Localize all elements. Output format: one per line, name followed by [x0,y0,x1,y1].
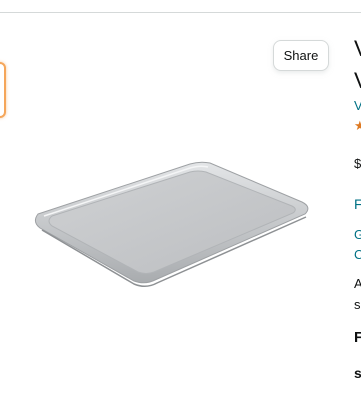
detail-link-1[interactable]: F [354,196,361,212]
detail-heading: F [354,329,361,346]
detail-text-2: s [354,297,361,312]
price-text: $ [354,156,361,171]
product-title-line-2: V [354,68,361,94]
share-button[interactable]: Share [273,40,329,71]
selected-thumbnail[interactable] [0,62,6,118]
detail-text-1: A [354,276,361,291]
product-title-line-1: V [354,36,361,62]
product-page: Share V V V ★ $ F G C A s F s [0,0,361,394]
detail-link-2[interactable]: G [354,227,361,242]
product-image-sheet-pan[interactable] [30,150,315,290]
header-divider [0,12,361,13]
rating-star-icon[interactable]: ★ [354,118,361,134]
detail-label: s [354,365,361,381]
brand-link[interactable]: V [354,98,361,113]
detail-link-3[interactable]: C [354,247,361,262]
